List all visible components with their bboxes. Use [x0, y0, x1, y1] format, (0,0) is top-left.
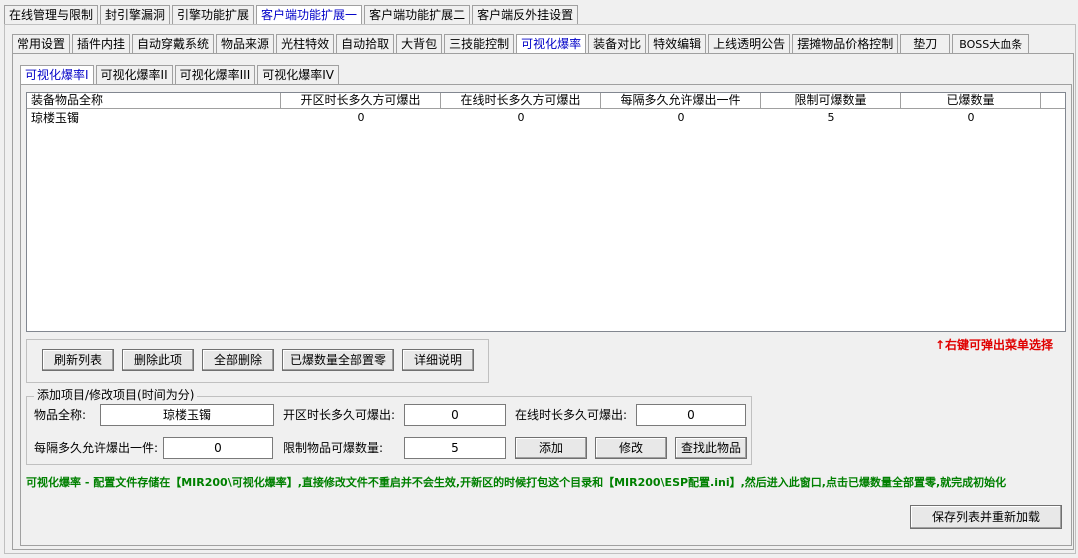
tab-droprate-4[interactable]: 可视化爆率IV — [257, 65, 340, 85]
sub-tab-row: 常用设置 插件内挂 自动穿戴系统 物品来源 光柱特效 自动拾取 大背包 三技能控… — [12, 33, 1031, 54]
inner-tab-row: 可视化爆率I 可视化爆率II 可视化爆率III 可视化爆率IV — [20, 64, 341, 85]
cell-open-time: 0 — [357, 111, 365, 124]
find-item-button[interactable]: 查找此物品 — [675, 437, 747, 459]
limit-label: 限制物品可爆数量: — [283, 441, 384, 455]
tab-dian-dao[interactable]: 垫刀 — [900, 34, 951, 54]
tab-boss-hpbar[interactable]: BOSS大血条 — [952, 34, 1030, 54]
cell-interval: 0 — [677, 111, 685, 124]
save-reload-button[interactable]: 保存列表并重新加载 — [910, 505, 1062, 529]
cell-limit: 5 — [827, 111, 835, 124]
cell-online-time: 0 — [517, 111, 525, 124]
refresh-list-button[interactable]: 刷新列表 — [42, 349, 114, 371]
tab-auto-pickup[interactable]: 自动拾取 — [336, 34, 395, 54]
context-menu-hint: ↑右键可弹出菜单选择 — [935, 338, 1054, 352]
tab-login-notice[interactable]: 上线透明公告 — [708, 34, 791, 54]
open-time-label: 开区时长多久可爆出: — [283, 408, 396, 422]
table-header: 装备物品全称 开区时长多久方可爆出 在线时长多久方可爆出 每隔多久允许爆出一件 … — [27, 93, 1065, 109]
tab-droprate-3[interactable]: 可视化爆率III — [174, 65, 256, 85]
delete-all-button[interactable]: 全部删除 — [202, 349, 274, 371]
modify-button[interactable]: 修改 — [595, 437, 667, 459]
reset-dropped-button[interactable]: 已爆数量全部置零 — [282, 349, 394, 371]
tab-light-pillar[interactable]: 光柱特效 — [276, 34, 335, 54]
limit-field[interactable]: 5 — [404, 437, 506, 459]
tab-common-settings[interactable]: 常用设置 — [12, 34, 71, 54]
interval-field[interactable]: 0 — [163, 437, 273, 459]
tab-auto-equip[interactable]: 自动穿戴系统 — [132, 34, 215, 54]
detail-help-button[interactable]: 详细说明 — [402, 349, 474, 371]
tab-droprate-1[interactable]: 可视化爆率I — [20, 65, 94, 85]
tab-client-extension-2[interactable]: 客户端功能扩展二 — [364, 5, 471, 25]
col-header-online-time[interactable]: 在线时长多久方可爆出 — [441, 93, 601, 109]
online-time-label: 在线时长多久可爆出: — [515, 408, 628, 422]
col-header-interval[interactable]: 每隔多久允许爆出一件 — [601, 93, 761, 109]
cell-dropped: 0 — [967, 111, 975, 124]
table-row[interactable]: 琼楼玉镯 0 0 0 5 0 — [27, 110, 1065, 126]
tab-droprate-2[interactable]: 可视化爆率II — [95, 65, 173, 85]
tab-item-source[interactable]: 物品来源 — [216, 34, 275, 54]
drop-list-table[interactable]: 装备物品全称 开区时长多久方可爆出 在线时长多久方可爆出 每隔多久允许爆出一件 … — [26, 92, 1066, 332]
tab-client-extension-1[interactable]: 客户端功能扩展一 — [256, 5, 363, 25]
add-button[interactable]: 添加 — [515, 437, 587, 459]
item-name-label: 物品全称: — [34, 408, 87, 422]
tab-visual-droprate[interactable]: 可视化爆率 — [516, 34, 587, 54]
tab-engine-extension[interactable]: 引擎功能扩展 — [172, 5, 255, 25]
tab-three-skills[interactable]: 三技能控制 — [444, 34, 515, 54]
open-time-field[interactable]: 0 — [404, 404, 506, 426]
tab-plugin-cheat[interactable]: 插件内挂 — [72, 34, 131, 54]
config-note: 可视化爆率 - 配置文件存储在【MIR200\可视化爆率】,直接修改文件不重启并… — [26, 476, 1007, 489]
top-tab-row: 在线管理与限制 封引擎漏洞 引擎功能扩展 客户端功能扩展一 客户端功能扩展二 客… — [4, 4, 580, 25]
col-header-open-time[interactable]: 开区时长多久方可爆出 — [281, 93, 441, 109]
tab-client-anticheat[interactable]: 客户端反外挂设置 — [472, 5, 579, 25]
col-header-dropped[interactable]: 已爆数量 — [901, 93, 1041, 109]
tab-effect-edit[interactable]: 特效编辑 — [648, 34, 707, 54]
form-group-title: 添加项目/修改项目(时间为分) — [34, 385, 198, 405]
tab-equip-compare[interactable]: 装备对比 — [588, 34, 647, 54]
online-time-field[interactable]: 0 — [636, 404, 746, 426]
tab-big-bag[interactable]: 大背包 — [396, 34, 443, 54]
item-name-field[interactable]: 琼楼玉镯 — [100, 404, 274, 426]
col-header-limit[interactable]: 限制可爆数量 — [761, 93, 901, 109]
tab-online-management[interactable]: 在线管理与限制 — [4, 5, 99, 25]
delete-item-button[interactable]: 删除此项 — [122, 349, 194, 371]
interval-label: 每隔多久允许爆出一件: — [34, 441, 159, 455]
tab-engine-vulnerability[interactable]: 封引擎漏洞 — [100, 5, 171, 25]
cell-item-name: 琼楼玉镯 — [31, 111, 80, 125]
col-header-item-name[interactable]: 装备物品全称 — [27, 93, 281, 109]
col-header-filler — [1041, 93, 1065, 109]
tab-stall-price[interactable]: 摆摊物品价格控制 — [792, 34, 899, 54]
